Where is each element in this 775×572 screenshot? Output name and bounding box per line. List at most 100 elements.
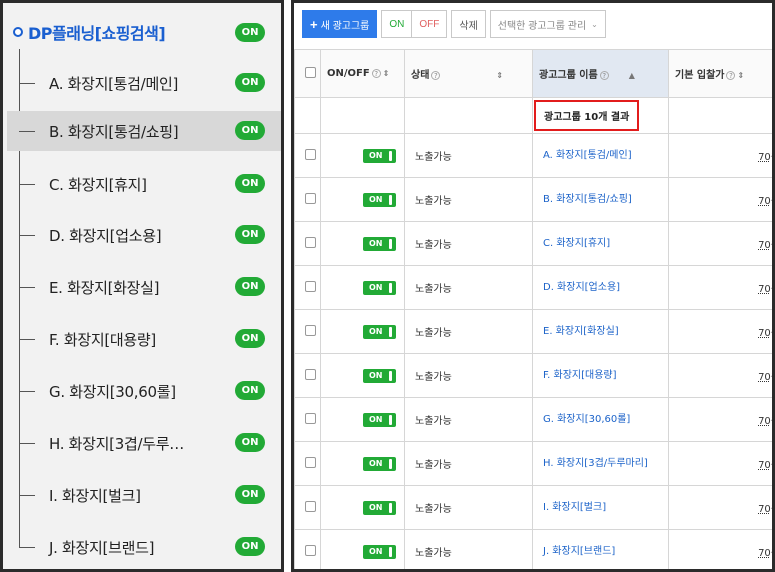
- row-bid-unit: 원: [771, 152, 772, 163]
- row-bid-value[interactable]: 70: [758, 152, 771, 163]
- row-bid-value[interactable]: 70: [758, 504, 771, 515]
- row-on-toggle[interactable]: ON: [363, 280, 396, 295]
- row-bid-unit: 원: [771, 504, 772, 515]
- tree-item-label[interactable]: J. 화장지[브랜드]: [49, 537, 154, 558]
- row-group-name-link[interactable]: H. 화장지[3겹/두루마리]: [543, 456, 653, 471]
- tree-item-label[interactable]: D. 화장지[업소용]: [49, 225, 162, 246]
- tree-item-b[interactable]: B. 화장지[통검/쇼핑] ON: [7, 111, 281, 151]
- row-checkbox[interactable]: [305, 192, 316, 204]
- row-group-name-link[interactable]: E. 화장지[화장실]: [543, 326, 619, 337]
- tree-item-label[interactable]: C. 화장지[휴지]: [49, 174, 147, 195]
- row-on-toggle[interactable]: ON: [363, 236, 396, 251]
- tree-item-g[interactable]: G. 화장지[30,60롤] ON: [7, 371, 281, 411]
- tree-root-label[interactable]: DP플래닝[쇼핑검색]: [28, 20, 166, 44]
- tree-item-a[interactable]: A. 화장지[통검/메인] ON: [7, 63, 281, 103]
- tree-item-label[interactable]: E. 화장지[화장실]: [49, 277, 160, 298]
- tree-item-on-toggle[interactable]: ON: [235, 277, 265, 296]
- row-status: 노출가능: [404, 309, 533, 354]
- tree-item-label[interactable]: G. 화장지[30,60롤]: [49, 381, 176, 402]
- row-group-name-link[interactable]: G. 화장지[30,60롤]: [543, 414, 630, 425]
- row-bid-value[interactable]: 70: [758, 196, 771, 207]
- row-on-toggle[interactable]: ON: [363, 412, 396, 427]
- tree-item-on-toggle[interactable]: ON: [235, 121, 265, 140]
- row-checkbox[interactable]: [305, 500, 316, 512]
- sort-icon[interactable]: ⇕: [496, 71, 503, 80]
- header-onoff[interactable]: ON/OFF? ⇕: [320, 49, 405, 98]
- row-on-toggle[interactable]: ON: [363, 324, 396, 339]
- sort-ascending-icon[interactable]: ▲: [629, 71, 635, 80]
- help-icon[interactable]: ?: [599, 71, 609, 80]
- sort-icon[interactable]: ⇕: [737, 71, 744, 80]
- row-group-name-link[interactable]: C. 화장지[휴지]: [543, 238, 610, 249]
- tree-item-label[interactable]: B. 화장지[통검/쇼핑]: [49, 121, 179, 142]
- row-checkbox[interactable]: [305, 456, 316, 468]
- tree-item-on-toggle[interactable]: ON: [235, 537, 265, 556]
- row-group-name-link[interactable]: D. 화장지[업소용]: [543, 282, 620, 293]
- header-name[interactable]: 광고그룹 이름? ▲: [532, 49, 669, 98]
- row-bid-value[interactable]: 70: [758, 548, 771, 559]
- row-on-toggle[interactable]: ON: [363, 500, 396, 515]
- row-bid-value[interactable]: 70: [758, 328, 771, 339]
- table-row: ON 노출가능 J. 화장지[브랜드] 70원: [294, 529, 772, 569]
- row-group-name-link[interactable]: I. 화장지[벌크]: [543, 502, 606, 513]
- tree-item-i[interactable]: I. 화장지[벌크] ON: [7, 475, 281, 515]
- sort-icon[interactable]: ⇕: [383, 69, 390, 78]
- tree-item-on-toggle[interactable]: ON: [235, 225, 265, 244]
- bulk-on-button[interactable]: ON: [381, 10, 412, 38]
- row-bid-value[interactable]: 70: [758, 372, 771, 383]
- tree-root-campaign[interactable]: DP플래닝[쇼핑검색]: [13, 17, 166, 47]
- row-group-name-link[interactable]: B. 화장지[통검/쇼핑]: [543, 194, 632, 205]
- tree-item-on-toggle[interactable]: ON: [235, 73, 265, 92]
- tree-item-h[interactable]: H. 화장지[3겹/두루… ON: [7, 423, 281, 463]
- row-checkbox[interactable]: [305, 544, 316, 556]
- row-bid-value[interactable]: 70: [758, 240, 771, 251]
- tree-item-label[interactable]: H. 화장지[3겹/두루…: [49, 433, 184, 454]
- tree-branch-line: [19, 391, 35, 392]
- row-group-name-link[interactable]: A. 화장지[통검/메인]: [543, 150, 632, 161]
- header-bid[interactable]: 기본 입찰가? ⇕: [668, 49, 772, 98]
- plus-icon: +: [310, 16, 318, 32]
- help-icon[interactable]: ?: [431, 71, 441, 80]
- tree-item-f[interactable]: F. 화장지[대용량] ON: [7, 319, 281, 359]
- row-checkbox[interactable]: [305, 368, 316, 380]
- row-group-name-link[interactable]: J. 화장지[브랜드]: [543, 546, 615, 557]
- tree-item-on-toggle[interactable]: ON: [235, 329, 265, 348]
- tree-item-c[interactable]: C. 화장지[휴지] ON: [7, 164, 281, 204]
- row-checkbox[interactable]: [305, 236, 316, 248]
- select-all-checkbox[interactable]: [305, 66, 316, 78]
- row-status: 노출가능: [404, 529, 533, 569]
- header-status[interactable]: 상태? ⇕: [404, 49, 533, 98]
- row-checkbox[interactable]: [305, 148, 316, 160]
- manage-selected-dropdown[interactable]: 선택한 광고그룹 관리 ⌄: [489, 10, 606, 38]
- tree-item-j[interactable]: J. 화장지[브랜드] ON: [7, 527, 281, 567]
- tree-item-label[interactable]: A. 화장지[통검/메인]: [49, 73, 178, 94]
- row-bid-value[interactable]: 70: [758, 284, 771, 295]
- delete-button[interactable]: 삭제: [451, 10, 486, 38]
- tree-item-label[interactable]: F. 화장지[대용량]: [49, 329, 156, 350]
- collapse-circle-icon[interactable]: [13, 27, 23, 37]
- new-ad-group-button[interactable]: + 새 광고그룹: [302, 10, 378, 38]
- row-bid-value[interactable]: 70: [758, 460, 771, 471]
- help-icon[interactable]: ?: [726, 71, 736, 80]
- tree-item-on-toggle[interactable]: ON: [235, 174, 265, 193]
- root-on-toggle[interactable]: ON: [235, 23, 265, 42]
- tree-item-on-toggle[interactable]: ON: [235, 485, 265, 504]
- tree-item-on-toggle[interactable]: ON: [235, 381, 265, 400]
- row-on-toggle[interactable]: ON: [363, 456, 396, 471]
- table-row: ON 노출가능 E. 화장지[화장실] 70원: [294, 309, 772, 354]
- row-bid-value[interactable]: 70: [758, 416, 771, 427]
- tree-item-d[interactable]: D. 화장지[업소용] ON: [7, 215, 281, 255]
- row-checkbox[interactable]: [305, 280, 316, 292]
- row-checkbox[interactable]: [305, 412, 316, 424]
- help-icon[interactable]: ?: [371, 69, 381, 78]
- row-group-name-link[interactable]: F. 화장지[대용량]: [543, 370, 617, 381]
- row-on-toggle[interactable]: ON: [363, 192, 396, 207]
- tree-item-label[interactable]: I. 화장지[벌크]: [49, 485, 141, 506]
- row-on-toggle[interactable]: ON: [363, 544, 396, 559]
- tree-item-e[interactable]: E. 화장지[화장실] ON: [7, 267, 281, 307]
- row-on-toggle[interactable]: ON: [363, 148, 396, 163]
- row-checkbox[interactable]: [305, 324, 316, 336]
- bulk-off-button[interactable]: OFF: [411, 10, 448, 38]
- tree-item-on-toggle[interactable]: ON: [235, 433, 265, 452]
- row-on-toggle[interactable]: ON: [363, 368, 396, 383]
